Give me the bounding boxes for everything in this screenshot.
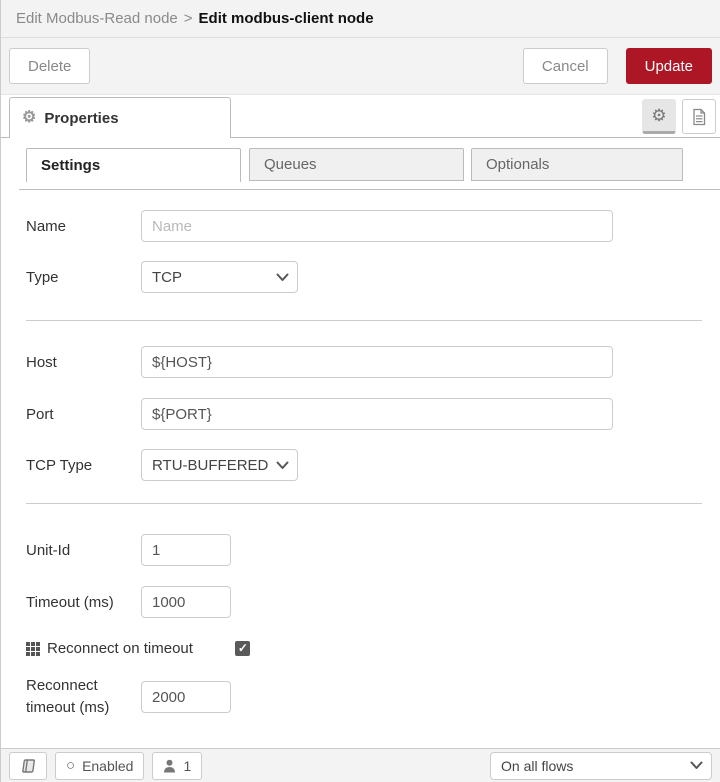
breadcrumb-parent[interactable]: Edit Modbus-Read node [16, 10, 178, 27]
panel-tools: ⚙ [642, 99, 716, 134]
tab-queues-label: Queues [264, 156, 317, 173]
tab-properties[interactable]: ⚙ Properties [9, 97, 231, 138]
reconnect-timeout-row: Reconnect timeout (ms) [26, 675, 720, 719]
form-tabs: Settings Queues Optionals [1, 148, 720, 190]
breadcrumb-current: Edit modbus-client node [198, 10, 374, 27]
tab-optionals[interactable]: Optionals [471, 148, 683, 181]
user-icon [164, 759, 176, 772]
tcp-type-row: TCP Type RTU-BUFFERED [26, 449, 720, 481]
update-button[interactable]: Update [625, 48, 712, 84]
reconnect-timeout-label: Reconnect timeout (ms) [26, 675, 141, 719]
tcp-type-label: TCP Type [26, 456, 93, 474]
panel-header: ⚙ Properties ⚙ [1, 95, 720, 138]
type-label: Type [26, 268, 59, 286]
unit-id-label: Unit-Id [26, 541, 71, 559]
scope-select-value: On all flows [501, 757, 574, 774]
tcp-type-select[interactable]: RTU-BUFFERED [141, 449, 298, 481]
type-select[interactable]: TCP [141, 261, 298, 293]
tab-settings[interactable]: Settings [26, 148, 241, 182]
reconnect-timeout-label-line1: Reconnect [26, 677, 98, 694]
dialog-footer: ○ Enabled 1 On all flows [1, 748, 720, 782]
breadcrumb: Edit Modbus-Read node > Edit modbus-clie… [1, 0, 720, 38]
name-input[interactable] [141, 210, 613, 242]
port-row: Port [26, 398, 720, 430]
host-label: Host [26, 353, 57, 371]
reconnect-on-timeout-checkbox[interactable] [234, 641, 250, 656]
scope-select[interactable]: On all flows [490, 751, 712, 780]
edit-node-dialog: Edit Modbus-Read node > Edit modbus-clie… [0, 0, 720, 782]
node-help-button[interactable] [9, 751, 47, 780]
reconnect-on-timeout-label: Reconnect on timeout [26, 640, 193, 657]
section-divider [26, 320, 702, 321]
port-label: Port [26, 405, 54, 423]
host-row: Host [26, 346, 720, 378]
grid-icon [26, 641, 40, 656]
type-select-value: TCP [152, 268, 182, 286]
timeout-row: Timeout (ms) [26, 586, 720, 618]
instance-count: 1 [183, 757, 192, 774]
host-input[interactable] [141, 346, 613, 378]
node-settings-button[interactable]: ⚙ [642, 99, 676, 134]
gear-icon: ⚙ [22, 109, 37, 126]
chevron-down-icon [276, 273, 289, 281]
doc-icon [693, 108, 706, 125]
tcp-type-select-value: RTU-BUFFERED [152, 456, 269, 474]
enabled-label: Enabled [82, 757, 134, 774]
action-toolbar: Delete Cancel Update [1, 38, 720, 95]
reconnect-on-timeout-row: Reconnect on timeout [26, 640, 720, 657]
breadcrumb-separator: > [183, 10, 193, 27]
name-label: Name [26, 217, 67, 235]
reconnect-timeout-input[interactable] [141, 681, 231, 713]
chevron-down-icon [690, 761, 703, 769]
reconnect-on-timeout-text: Reconnect on timeout [47, 640, 193, 657]
properties-tab-label: Properties [44, 109, 119, 127]
tab-queues[interactable]: Queues [249, 148, 464, 181]
name-row: Name [26, 210, 720, 242]
delete-button[interactable]: Delete [9, 48, 91, 84]
instance-count-button[interactable]: 1 [152, 751, 203, 780]
settings-form: Name Type TCP Host Port TCP Type RTU-BU [1, 210, 720, 719]
timeout-input[interactable] [141, 586, 231, 618]
timeout-label: Timeout (ms) [26, 593, 114, 611]
tab-settings-label: Settings [41, 157, 101, 174]
section-divider [26, 503, 702, 504]
tabrow-divider [19, 189, 720, 190]
reconnect-timeout-label-line2: timeout (ms) [26, 699, 110, 716]
book-icon [22, 758, 35, 773]
unit-id-input[interactable] [141, 534, 231, 566]
chevron-down-icon [276, 461, 289, 469]
status-circle-icon: ○ [66, 757, 76, 774]
cancel-button[interactable]: Cancel [522, 48, 608, 84]
gear-icon: ⚙ [651, 106, 667, 125]
type-row: Type TCP [26, 261, 720, 293]
node-description-button[interactable] [682, 99, 716, 134]
port-input[interactable] [141, 398, 613, 430]
unit-id-row: Unit-Id [26, 534, 720, 566]
enabled-toggle-button[interactable]: ○ Enabled [55, 751, 145, 780]
tab-optionals-label: Optionals [486, 156, 550, 173]
